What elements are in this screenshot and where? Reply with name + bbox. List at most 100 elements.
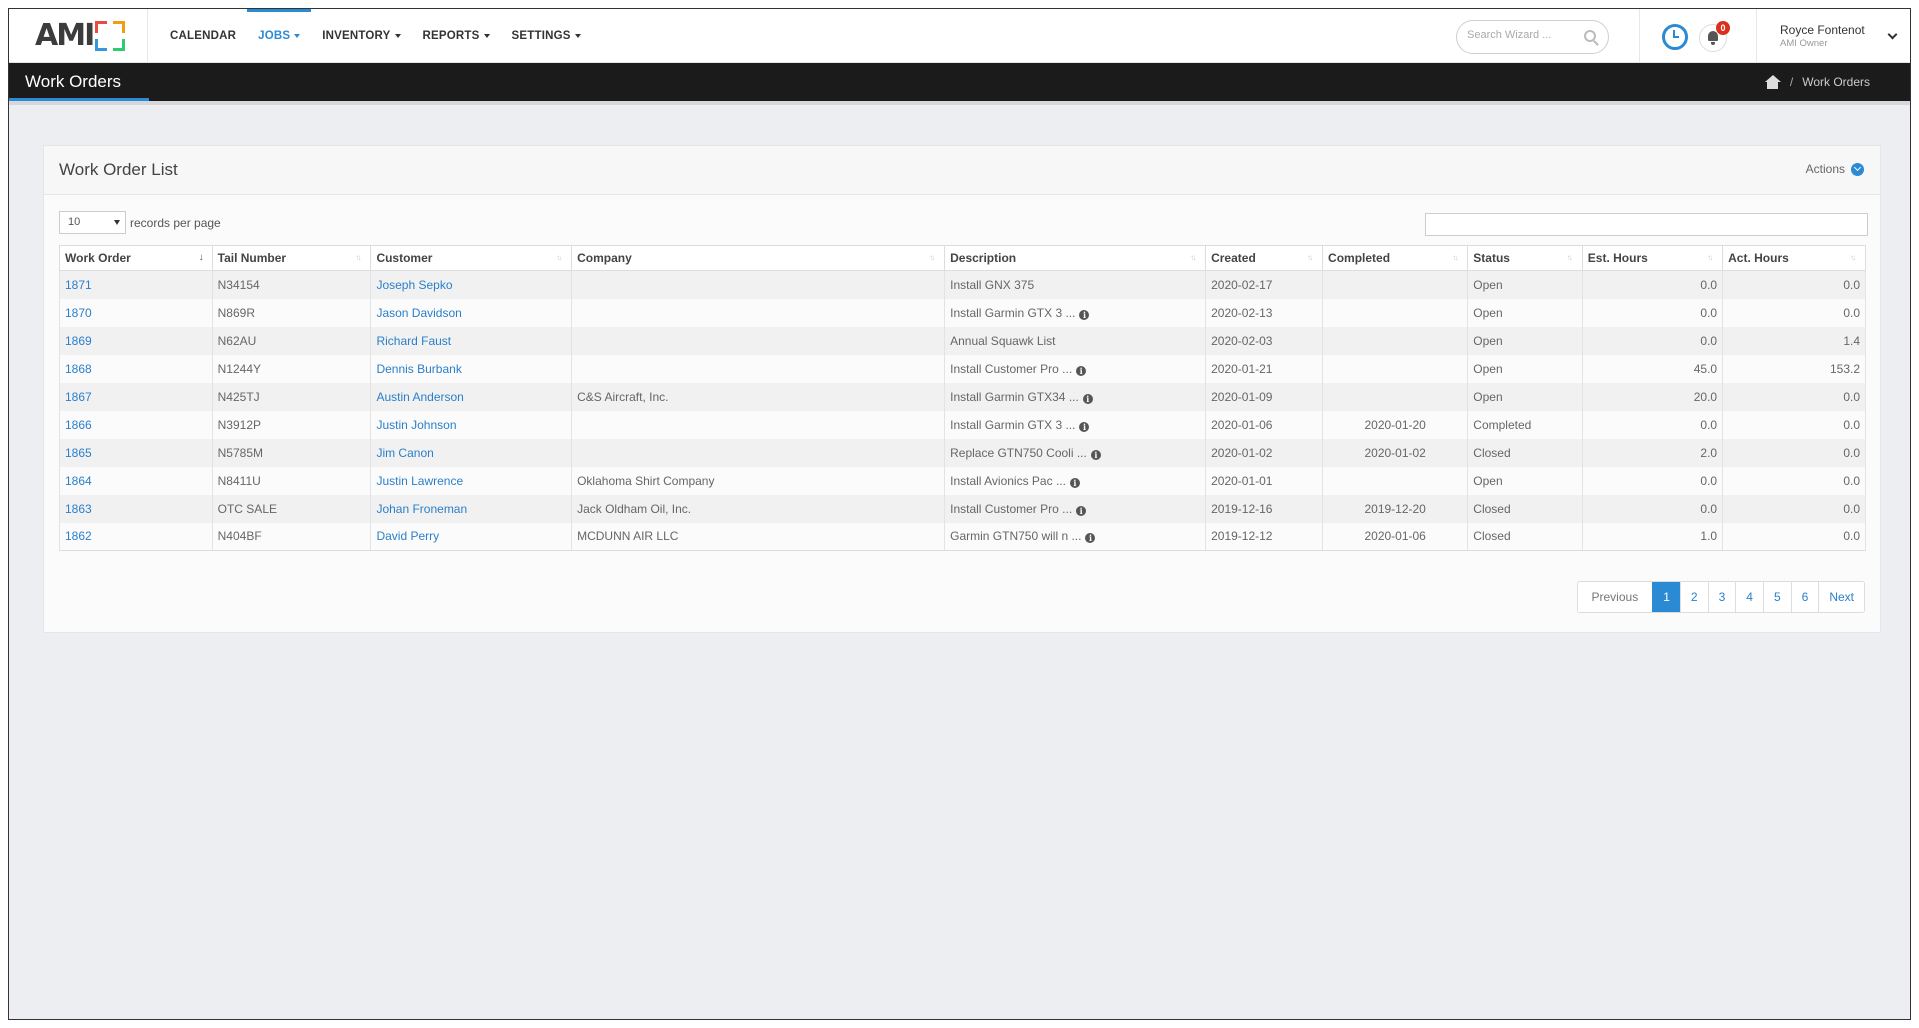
cell-work-order: 1870 [59,298,213,327]
page-5-button[interactable]: 5 [1762,582,1791,612]
cell-customer: Jim Canon [370,438,573,467]
table-filter-input[interactable] [1425,213,1868,236]
nav-label: CALENDAR [170,30,237,42]
customer-link[interactable]: Jim Canon [376,446,433,460]
customer-link[interactable]: Richard Faust [376,334,451,348]
table-row: 1864 N8411U Justin Lawrence Oklahoma Shirt … [59,466,1866,495]
top-navbar: AMI CALENDAR JOBS INVENTORY REPORTS SETTINGS… [9,9,1910,63]
column-header[interactable]: Customer [370,245,573,271]
page-1-button[interactable]: 1 [1652,582,1680,612]
search-wizard[interactable] [1456,20,1609,54]
column-header-label: Status [1473,251,1510,265]
user-menu[interactable]: Royce Fontenot AMI Owner [1780,23,1865,49]
customer-link[interactable]: David Perry [376,529,439,543]
cell-act-hours: 0.0 [1722,522,1866,551]
cell-customer: Austin Anderson [370,382,573,411]
next-page-button[interactable]: Next [1818,582,1864,612]
cell-tail-number: N404BF [211,522,372,551]
page-3-button[interactable]: 3 [1707,582,1736,612]
work-order-link[interactable]: 1867 [65,390,92,404]
home-icon[interactable] [1764,75,1781,89]
column-header[interactable]: Status [1467,245,1583,271]
cell-description: Annual Squawk List [944,326,1207,355]
info-icon[interactable]: i [1069,477,1080,488]
customer-link[interactable]: Johan Froneman [376,502,467,516]
work-order-table: Work Order Tail Number Customer Company Desc… [59,245,1866,551]
work-order-link[interactable]: 1871 [65,278,92,292]
column-header[interactable]: Created [1205,245,1324,271]
customer-link[interactable]: Justin Lawrence [376,474,463,488]
info-icon[interactable]: i [1090,449,1101,460]
column-header[interactable]: Est. Hours [1581,245,1724,271]
cell-description: Install Avionics Pac ... i [944,466,1207,495]
page-6-button[interactable]: 6 [1790,582,1819,612]
cell-company [571,438,946,467]
column-header[interactable]: Description [944,245,1207,271]
actions-dropdown[interactable]: Actions [1806,162,1864,176]
work-order-link[interactable]: 1868 [65,362,92,376]
bell-icon [1708,31,1718,45]
panel-title: Work Order List [59,160,178,179]
column-header[interactable]: Company [571,245,946,271]
search-input[interactable] [1467,29,1577,41]
work-order-link[interactable]: 1862 [65,529,92,543]
chevron-down-icon[interactable] [1887,29,1898,40]
cell-tail-number: OTC SALE [211,494,372,523]
divider [147,9,148,63]
logo-mark-icon [95,21,126,51]
customer-link[interactable]: Dennis Burbank [376,362,461,376]
clock-icon[interactable] [1662,24,1688,50]
cell-company [571,270,946,299]
column-header[interactable]: Completed [1322,245,1469,271]
nav-label: INVENTORY [322,30,391,42]
app-logo[interactable]: AMI [35,21,126,51]
column-header[interactable]: Act. Hours [1722,245,1866,271]
cell-work-order: 1866 [59,410,213,439]
page-header: Work Orders / Work Orders [9,63,1910,101]
page-2-button[interactable]: 2 [1679,582,1708,612]
info-icon[interactable]: i [1085,533,1096,544]
cell-est-hours: 0.0 [1581,270,1724,299]
customer-link[interactable]: Joseph Sepko [376,278,452,292]
cell-act-hours: 0.0 [1722,466,1866,495]
info-icon[interactable]: i [1076,505,1087,516]
page-4-button[interactable]: 4 [1735,582,1763,612]
nav-settings[interactable]: SETTINGS [501,9,592,63]
info-icon[interactable]: i [1076,365,1087,376]
nav-calendar[interactable]: CALENDAR [159,9,247,63]
info-icon[interactable]: i [1079,309,1090,320]
work-order-link[interactable]: 1865 [65,446,92,460]
work-order-link[interactable]: 1870 [65,306,92,320]
customer-link[interactable]: Jason Davidson [376,306,461,320]
work-order-link[interactable]: 1864 [65,474,92,488]
customer-link[interactable]: Justin Johnson [376,418,456,432]
table-header-row: Work Order Tail Number Customer Company Desc… [59,245,1866,271]
cell-tail-number: N3912P [211,410,372,439]
info-icon[interactable]: i [1079,421,1090,432]
column-header-label: Company [577,251,632,265]
column-header-label: Completed [1328,251,1391,265]
work-order-link[interactable]: 1866 [65,418,92,432]
cell-created: 2020-01-02 [1205,438,1324,467]
search-icon[interactable] [1584,30,1596,42]
cell-completed [1322,382,1469,411]
page-title: Work Orders [25,72,122,91]
column-header[interactable]: Work Order [59,245,213,271]
column-header-label: Work Order [65,251,131,265]
pagination: Previous 1 2 3 4 5 6 Next [1576,581,1865,613]
nav-jobs[interactable]: JOBS [247,9,312,63]
nav-inventory[interactable]: INVENTORY [311,9,411,63]
work-order-link[interactable]: 1869 [65,334,92,348]
previous-page-button[interactable]: Previous [1577,582,1653,612]
page-length-select[interactable]: 10 [59,211,126,234]
caret-down-icon [483,34,490,38]
divider [1756,9,1757,63]
cell-act-hours: 153.2 [1722,354,1866,383]
work-order-link[interactable]: 1863 [65,502,92,516]
customer-link[interactable]: Austin Anderson [376,390,463,404]
column-header[interactable]: Tail Number [211,245,372,271]
sort-icon [1307,253,1316,265]
nav-reports[interactable]: REPORTS [412,9,501,63]
cell-status: Closed [1467,494,1583,523]
info-icon[interactable]: i [1082,393,1093,404]
